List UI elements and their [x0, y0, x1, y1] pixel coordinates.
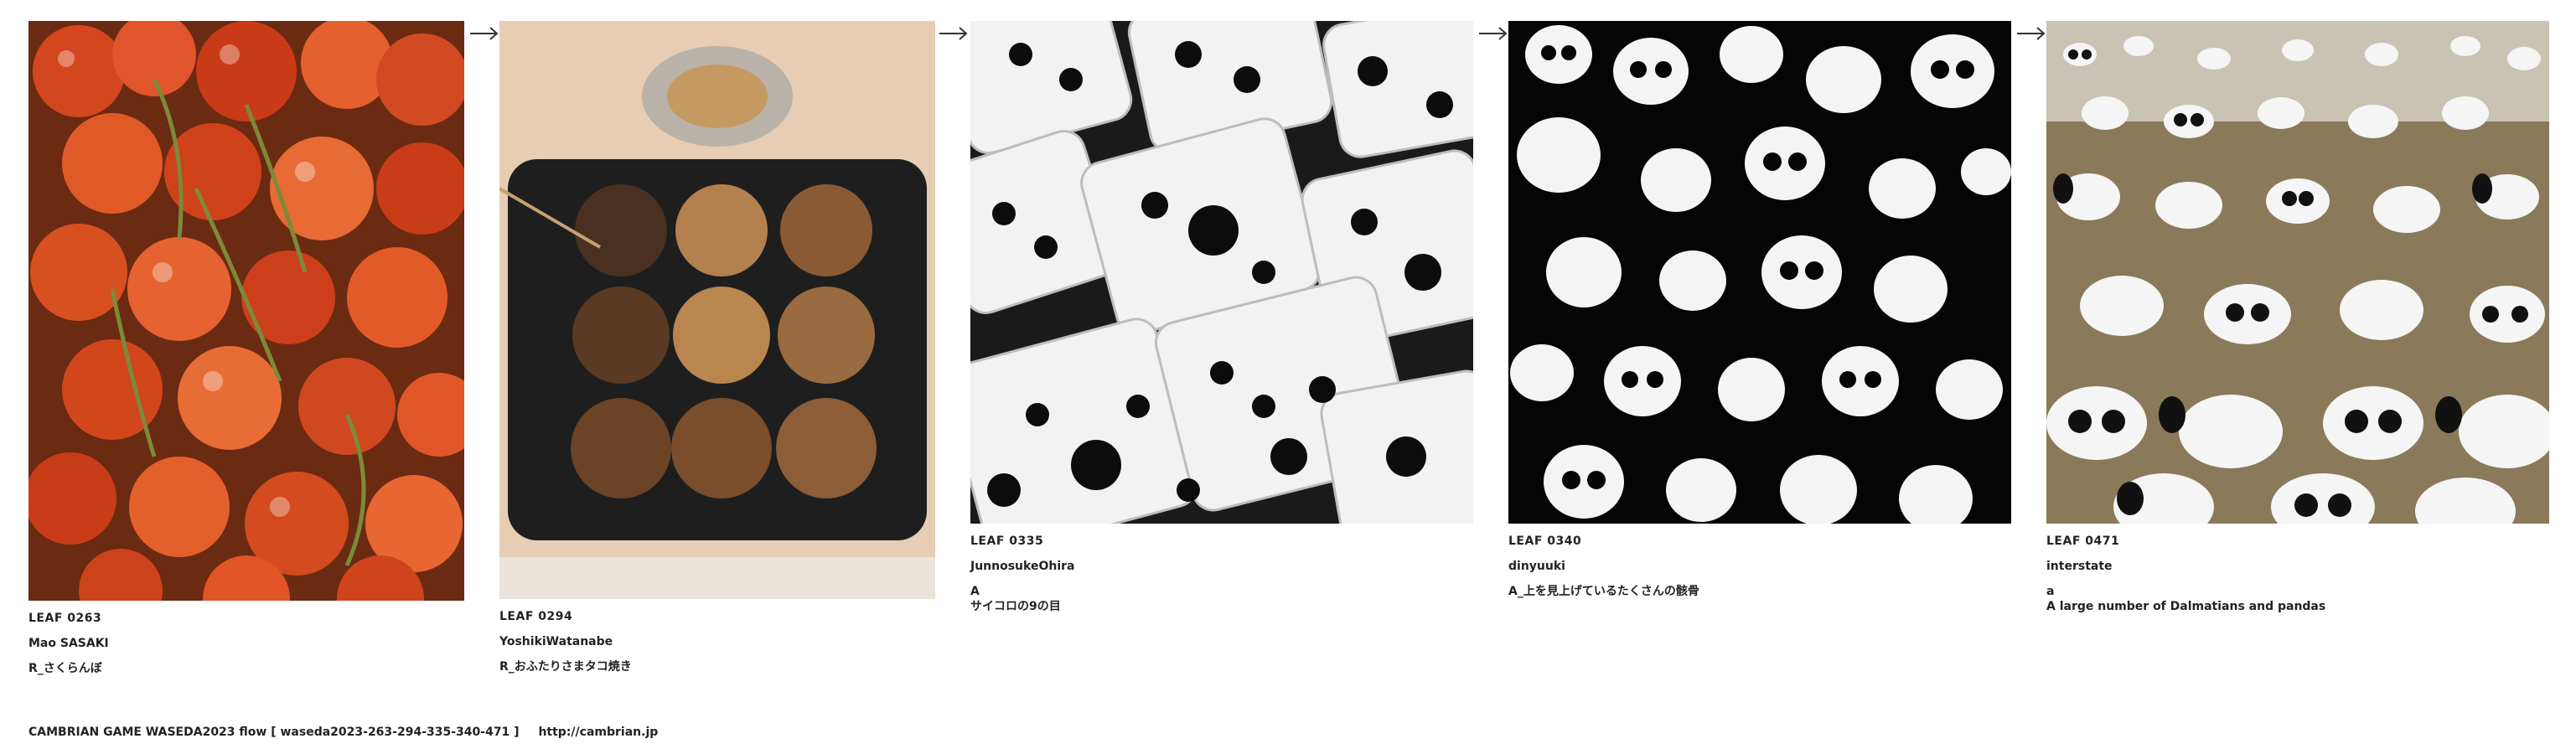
arrow-right-icon	[469, 25, 499, 42]
leaf-title: A	[970, 585, 980, 598]
site-link[interactable]: http://cambrian.jp	[538, 726, 658, 739]
leaf-id: LEAF 0335	[970, 535, 1044, 548]
leaf-0263-image[interactable]	[28, 21, 464, 601]
leaf-0335-image[interactable]	[970, 21, 1473, 524]
leaf-author[interactable]: JunnosukeOhira	[970, 559, 1074, 574]
leaf-0340-image[interactable]	[1508, 21, 2011, 524]
footer: CAMBRIAN GAME WASEDA2023 flow [ waseda20…	[28, 726, 658, 739]
arrow-right-icon	[2016, 25, 2046, 42]
leaf-title: a	[2046, 585, 2055, 598]
leaf-0263-meta: LEAF 0263 Mao SASAKI R_さくらんぼ	[28, 611, 109, 676]
leaf-0471-meta: LEAF 0471 interstate a A large number of…	[2046, 534, 2325, 614]
leaf-id: LEAF 0340	[1508, 535, 1582, 548]
arrow-right-icon	[1478, 25, 1508, 42]
leaf-title: R_さくらんぼ	[28, 662, 102, 675]
leaf-author[interactable]: interstate	[2046, 559, 2325, 574]
leaf-author[interactable]: dinyuuki	[1508, 559, 1699, 574]
leaf-title: R_おふたりさまタコ焼き	[499, 660, 632, 674]
leaf-id: LEAF 0294	[499, 610, 573, 623]
leaf-author[interactable]: Mao SASAKI	[28, 636, 109, 651]
leaf-0471-image[interactable]	[2046, 21, 2549, 524]
flow-label: CAMBRIAN GAME WASEDA2023 flow [ waseda20…	[28, 726, 520, 739]
leaf-author[interactable]: YoshikiWatanabe	[499, 634, 632, 649]
leaf-0294-image[interactable]	[499, 21, 935, 599]
leaf-0294-meta: LEAF 0294 YoshikiWatanabe R_おふたりさまタコ焼き	[499, 609, 632, 674]
leaf-0335-meta: LEAF 0335 JunnosukeOhira A サイコロの9の目	[970, 534, 1074, 614]
arrow-right-icon	[939, 25, 969, 42]
leaf-caption: A large number of Dalmatians and pandas	[2046, 600, 2326, 613]
leaf-0340-meta: LEAF 0340 dinyuuki A_上を見上げているたくさんの骸骨	[1508, 534, 1699, 599]
leaf-caption: サイコロの9の目	[970, 600, 1061, 613]
leaf-title: A_上を見上げているたくさんの骸骨	[1508, 585, 1699, 598]
leaf-id: LEAF 0263	[28, 612, 102, 625]
leaf-id: LEAF 0471	[2046, 535, 2120, 548]
